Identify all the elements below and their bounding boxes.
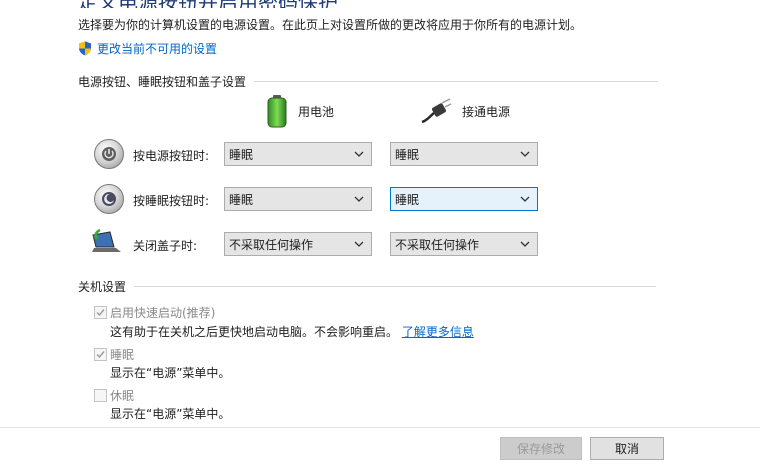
cancel-button[interactable]: 取消 <box>590 437 664 460</box>
power-button-icon <box>94 139 124 169</box>
section-divider <box>134 286 657 287</box>
select-value: 睡眠 <box>229 192 254 207</box>
page-title: 定义电源按钮并启用密码保护 <box>0 0 760 8</box>
power-button-plugged-select[interactable]: 睡眠 <box>390 142 538 166</box>
chevron-down-icon <box>354 196 364 202</box>
select-value: 不采取任何操作 <box>229 237 314 252</box>
footer-divider <box>0 427 760 428</box>
sleep-description: 显示在“电源”菜单中。 <box>110 366 231 380</box>
shield-icon <box>79 41 91 56</box>
chevron-down-icon <box>520 241 530 247</box>
fast-startup-checkbox[interactable] <box>94 306 107 319</box>
chevron-down-icon <box>354 241 364 247</box>
sleep-button-plugged-select[interactable]: 睡眠 <box>390 187 538 211</box>
sleep-button-label: 按睡眠按钮时: <box>133 194 210 208</box>
save-changes-button[interactable]: 保存修改 <box>500 437 582 460</box>
fast-startup-description-text: 这有助于在关机之后更快地启动电脑。不会影响重启。 <box>110 325 399 339</box>
sleep-button-battery-select[interactable]: 睡眠 <box>224 187 372 211</box>
power-plug-icon <box>421 98 452 124</box>
select-value: 睡眠 <box>395 192 420 207</box>
select-value: 睡眠 <box>395 147 420 162</box>
battery-column-header: 用电池 <box>266 94 334 128</box>
fast-startup-description: 这有助于在关机之后更快地启动电脑。不会影响重启。 了解更多信息 <box>110 323 474 340</box>
chevron-down-icon <box>520 196 530 202</box>
hibernate-checkbox[interactable] <box>94 389 107 402</box>
lid-close-plugged-select[interactable]: 不采取任何操作 <box>390 232 538 256</box>
battery-icon <box>267 95 287 128</box>
hibernate-description: 显示在“电源”菜单中。 <box>110 407 231 421</box>
chevron-down-icon <box>354 151 364 157</box>
select-value: 不采取任何操作 <box>395 237 480 252</box>
plugged-in-column-label: 接通电源 <box>462 104 511 119</box>
sleep-label: 睡眠 <box>110 348 135 362</box>
battery-column-label: 用电池 <box>298 104 335 119</box>
shutdown-section-header: 关机设置 <box>78 278 657 295</box>
checkmark-icon <box>96 351 105 359</box>
hibernate-label: 休眠 <box>110 389 135 403</box>
power-button-battery-select[interactable]: 睡眠 <box>224 142 372 166</box>
sleep-checkbox[interactable] <box>94 348 107 361</box>
page-description: 选择要为你的计算机设置的电源设置。在此页上对设置所做的更改将应用于你所有的电源计… <box>78 18 583 32</box>
section-divider <box>254 81 659 82</box>
power-button-label: 按电源按钮时: <box>133 149 210 163</box>
checkmark-icon <box>96 309 105 317</box>
learn-more-link[interactable]: 了解更多信息 <box>402 325 474 339</box>
shutdown-section-heading: 关机设置 <box>78 280 127 294</box>
laptop-lid-icon <box>92 228 121 252</box>
power-section-heading: 电源按钮、睡眠按钮和盖子设置 <box>78 75 247 89</box>
select-value: 睡眠 <box>229 147 254 162</box>
page-title-text: 定义电源按钮并启用密码保护 <box>78 0 338 8</box>
power-section-header: 电源按钮、睡眠按钮和盖子设置 <box>78 73 659 90</box>
lid-close-battery-select[interactable]: 不采取任何操作 <box>224 232 372 256</box>
fast-startup-label: 启用快速启动(推荐) <box>110 306 216 320</box>
sleep-button-icon <box>94 184 124 214</box>
plugged-in-column-header: 接通电源 <box>420 98 510 124</box>
change-settings-link-text[interactable]: 更改当前不可用的设置 <box>97 40 217 57</box>
change-unavailable-settings-link[interactable]: 更改当前不可用的设置 <box>78 40 217 57</box>
chevron-down-icon <box>520 151 530 157</box>
lid-close-label: 关闭盖子时: <box>133 239 198 253</box>
